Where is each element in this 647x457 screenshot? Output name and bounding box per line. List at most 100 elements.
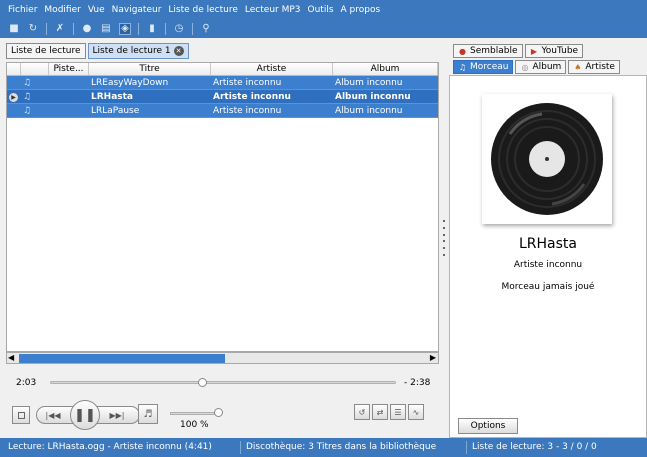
tools-icon[interactable]: ✗	[54, 23, 66, 35]
elapsed-time: 2:03	[16, 378, 37, 388]
tab-youtube[interactable]: ▶ YouTube	[524, 44, 584, 58]
now-playing-icon: ▶	[9, 93, 18, 102]
column-header-artiste[interactable]: Artiste	[211, 63, 333, 75]
status-library: Discothèque: 3 Titres dans la bibliothèq…	[246, 442, 437, 452]
options-button[interactable]: Options	[458, 418, 518, 434]
toolbar-separator	[73, 23, 74, 35]
tab-morceau[interactable]: ♫ Morceau	[453, 60, 514, 74]
volume-handle[interactable]	[214, 408, 223, 417]
speaker-icon: ♬	[143, 408, 153, 420]
window-icon[interactable]: ▤	[100, 23, 112, 35]
menu-modifier[interactable]: Modifier	[44, 5, 80, 15]
toolbar: ■ ↻ ✗ ● ▤ ◈ ▮ ◷ ⚲	[8, 22, 212, 36]
scroll-thumb[interactable]	[19, 354, 225, 363]
search-icon[interactable]: ⚲	[200, 23, 212, 35]
cell-title: LREasyWayDown	[91, 78, 169, 88]
similar-icon: ●	[459, 46, 466, 56]
cell-title: LRHasta	[91, 92, 134, 102]
column-header-indicator[interactable]	[7, 63, 21, 75]
tab-label: YouTube	[541, 46, 579, 56]
tab-label: Liste de lecture 1	[92, 46, 171, 56]
table-row[interactable]: ▶ ♫ LRHasta Artiste inconnu Album inconn…	[7, 90, 438, 104]
status-bar: Lecture: LRHasta.ogg - Artiste inconnu (…	[0, 438, 647, 457]
panel-splitter[interactable]	[443, 220, 446, 256]
cell-album: Album inconnu	[335, 92, 411, 102]
book-icon[interactable]: ▮	[146, 23, 158, 35]
album-cover	[482, 94, 612, 224]
title-menu-bar: Fichier Modifier Vue Navigateur Liste de…	[0, 0, 647, 38]
menu-fichier[interactable]: Fichier	[8, 5, 37, 15]
menu-a-propos[interactable]: A propos	[341, 5, 381, 15]
stop-button[interactable]	[12, 406, 30, 424]
context-panel: ● Semblable ▶ YouTube ♫ Morceau ◎ Album …	[449, 38, 647, 438]
tab-artiste[interactable]: ♠ Artiste	[568, 60, 620, 74]
cell-artist: Artiste inconnu	[213, 92, 291, 102]
tab-label: Morceau	[470, 62, 509, 72]
youtube-icon: ▶	[530, 46, 538, 56]
tab-label: Album	[532, 62, 562, 72]
repeat-button[interactable]: ↺	[354, 404, 370, 420]
song-artist: Artiste inconnu	[513, 260, 583, 270]
column-header-icon[interactable]	[21, 63, 49, 75]
tab-semblable[interactable]: ● Semblable	[453, 44, 523, 58]
tab-label: Semblable	[470, 46, 518, 56]
context-tabs-bottom: ♫ Morceau ◎ Album ♠ Artiste	[453, 60, 620, 74]
song-play-count: Morceau jamais joué	[501, 282, 595, 292]
next-button[interactable]: ▶▶|	[108, 408, 126, 422]
menu-liste-de-lecture[interactable]: Liste de lecture	[168, 5, 238, 15]
toolbar-separator	[165, 23, 166, 35]
context-tabs-top: ● Semblable ▶ YouTube	[453, 44, 584, 58]
shuffle-icon: ⇄	[376, 407, 384, 417]
scroll-left-icon[interactable]: ◀	[8, 353, 14, 363]
pause-icon: ❚❚	[74, 407, 96, 423]
remaining-time: - 2:38	[404, 378, 431, 388]
playlist-table: Piste... Titre Artiste Album ♫ LREasyWay…	[6, 62, 439, 352]
column-header-album[interactable]: Album	[333, 63, 438, 75]
seek-track[interactable]	[50, 381, 396, 384]
status-playlist: Liste de lecture: 3 - 3 / 0 / 0	[472, 442, 597, 452]
pause-button[interactable]: ❚❚	[70, 400, 100, 430]
refresh-icon[interactable]: ↻	[27, 23, 39, 35]
tab-liste-de-lecture[interactable]: Liste de lecture	[6, 43, 86, 59]
scroll-right-icon[interactable]: ▶	[430, 353, 436, 363]
player-controls: |◀◀ ❚❚ ▶▶| ♬ 100 % ↺ ⇄ ☰ ∿	[8, 398, 438, 434]
cd-icon[interactable]: ●	[81, 23, 93, 35]
seek-handle[interactable]	[198, 378, 208, 387]
podcast-icon[interactable]: ◈	[119, 23, 131, 35]
clock-icon[interactable]: ◷	[173, 23, 185, 35]
table-row[interactable]: ♫ LRLaPause Artiste inconnu Album inconn…	[7, 104, 438, 118]
previous-button[interactable]: |◀◀	[44, 408, 62, 422]
volume-track[interactable]	[170, 412, 220, 415]
menu-navigateur[interactable]: Navigateur	[112, 5, 162, 15]
status-separator	[240, 441, 241, 454]
close-icon[interactable]: ✕	[173, 46, 184, 56]
menu-lecteur-mp3[interactable]: Lecteur MP3	[245, 5, 301, 15]
visualizer-button[interactable]: ∿	[408, 404, 424, 420]
list-icon: ☰	[394, 407, 402, 417]
tab-label: Artiste	[585, 62, 615, 72]
artist-icon: ♠	[574, 62, 582, 72]
menu-outils[interactable]: Outils	[308, 5, 334, 15]
waveform-icon: ∿	[412, 407, 420, 417]
cell-album: Album inconnu	[335, 106, 403, 116]
status-now-playing: Lecture: LRHasta.ogg - Artiste inconnu (…	[8, 442, 212, 452]
tab-album[interactable]: ◎ Album	[515, 60, 567, 74]
music-note-icon: ♫	[458, 62, 467, 72]
folder-icon[interactable]: ■	[8, 23, 20, 35]
table-row[interactable]: ♫ LREasyWayDown Artiste inconnu Album in…	[7, 76, 438, 90]
menu-vue[interactable]: Vue	[88, 5, 105, 15]
shuffle-button[interactable]: ⇄	[372, 404, 388, 420]
volume-button[interactable]: ♬	[138, 404, 158, 424]
music-note-icon: ♫	[23, 106, 32, 116]
horizontal-scrollbar[interactable]: ◀ ▶	[6, 352, 439, 364]
next-icon: ▶▶|	[109, 410, 125, 420]
toolbar-separator	[192, 23, 193, 35]
column-header-titre[interactable]: Titre	[89, 63, 211, 75]
seek-bar: 2:03 - 2:38	[6, 376, 439, 390]
tab-liste-de-lecture-1[interactable]: Liste de lecture 1 ✕	[87, 43, 189, 59]
playlist-mode-button[interactable]: ☰	[390, 404, 406, 420]
volume-percent: 100 %	[180, 420, 209, 430]
cell-title: LRLaPause	[91, 106, 140, 116]
column-header-piste[interactable]: Piste...	[49, 63, 89, 75]
cell-artist: Artiste inconnu	[213, 106, 282, 116]
